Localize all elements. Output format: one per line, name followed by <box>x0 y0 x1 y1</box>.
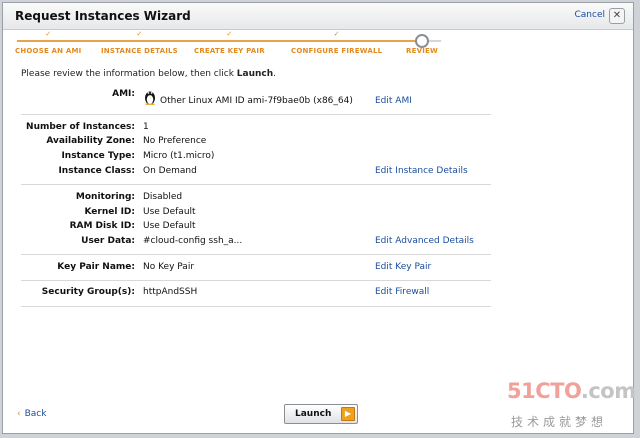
title-bar: Request Instances Wizard Cancel ✕ <box>3 3 633 30</box>
dialog-title: Request Instances Wizard <box>15 9 191 23</box>
step-label: CREATE KEY PAIR <box>194 47 265 55</box>
availability-zone-label: Availability Zone: <box>46 136 135 146</box>
ram-disk-id-label: RAM Disk ID: <box>69 221 135 231</box>
monitoring-label: Monitoring: <box>75 192 135 202</box>
key-pair-value: No Key Pair <box>143 262 195 272</box>
step-review: REVIEW <box>406 29 438 55</box>
instance-class-value: On Demand <box>143 166 197 176</box>
intro-text: Please review the information below, the… <box>21 69 276 79</box>
check-icon: ✓ <box>226 30 233 38</box>
launch-label: Launch <box>295 409 332 419</box>
intro-suffix: . <box>273 69 277 79</box>
number-of-instances-value: 1 <box>143 122 149 132</box>
user-data-value: #cloud-config ssh_a... <box>143 236 243 246</box>
wizard-dialog: Request Instances Wizard Cancel ✕ ✓ CHOO… <box>2 2 637 435</box>
intro-message: Please review the information below, the… <box>21 69 237 79</box>
step-instance-details[interactable]: ✓ INSTANCE DETAILS <box>101 29 178 55</box>
instance-type-label: Instance Type: <box>61 151 135 161</box>
close-icon[interactable]: ✕ <box>609 8 625 24</box>
step-label: CONFIGURE FIREWALL <box>291 47 383 55</box>
edit-instance-details-link[interactable]: Edit Instance Details <box>375 166 468 176</box>
step-choose-ami[interactable]: ✓ CHOOSE AN AMI <box>15 29 81 55</box>
step-label: INSTANCE DETAILS <box>101 47 178 55</box>
linux-penguin-icon <box>145 91 155 105</box>
edit-ami-link[interactable]: Edit AMI <box>375 96 412 106</box>
availability-zone-value: No Preference <box>143 136 207 146</box>
back-label: Back <box>24 409 47 419</box>
monitoring-value: Disabled <box>143 192 183 202</box>
step-marker-spacer <box>406 29 438 39</box>
wizard-steps: ✓ CHOOSE AN AMI ✓ INSTANCE DETAILS ✓ CRE… <box>3 29 633 61</box>
number-of-instances-label: Number of Instances: <box>26 122 135 132</box>
watermark-slogan: 技术成就梦想 <box>511 415 608 429</box>
divider <box>21 184 491 185</box>
check-icon: ✓ <box>136 30 143 38</box>
step-label: CHOOSE AN AMI <box>15 47 82 55</box>
edit-key-pair-link[interactable]: Edit Key Pair <box>375 262 431 272</box>
back-link[interactable]: ‹ Back <box>17 409 46 419</box>
check-icon: ✓ <box>333 30 340 38</box>
cancel-link[interactable]: Cancel <box>575 10 606 20</box>
chevron-left-icon: ‹ <box>17 409 21 419</box>
edit-advanced-details-link[interactable]: Edit Advanced Details <box>375 236 474 246</box>
watermark: 51CTO.com 技术成就梦想 <box>507 379 637 435</box>
watermark-domain: .com <box>580 379 636 403</box>
ami-value: Other Linux AMI ID ami-7f9bae0b (x86_64) <box>160 96 353 106</box>
watermark-brand: 51CTO <box>507 379 581 403</box>
divider <box>21 280 491 281</box>
launch-button[interactable]: Launch ▶ <box>284 404 358 424</box>
divider <box>21 254 491 255</box>
check-icon: ✓ <box>45 30 52 38</box>
watermark-logo: 51CTO.com <box>507 379 636 403</box>
instance-type-value: Micro (t1.micro) <box>143 151 215 161</box>
divider <box>21 114 491 115</box>
step-create-key-pair[interactable]: ✓ CREATE KEY PAIR <box>194 29 265 55</box>
user-data-label: User Data: <box>81 236 135 246</box>
ram-disk-id-value: Use Default <box>143 221 196 231</box>
ami-label: AMI: <box>112 89 135 99</box>
key-pair-label: Key Pair Name: <box>57 262 135 272</box>
edit-firewall-link[interactable]: Edit Firewall <box>375 287 429 297</box>
kernel-id-value: Use Default <box>143 207 196 217</box>
play-arrow-icon: ▶ <box>341 407 355 421</box>
intro-emphasis: Launch <box>236 69 274 79</box>
security-groups-value: httpAndSSH <box>143 287 198 297</box>
step-label: REVIEW <box>406 47 438 55</box>
step-configure-firewall[interactable]: ✓ CONFIGURE FIREWALL <box>291 29 382 55</box>
kernel-id-label: Kernel ID: <box>84 207 135 217</box>
instance-class-label: Instance Class: <box>58 166 135 176</box>
divider <box>21 306 491 307</box>
security-groups-label: Security Group(s): <box>41 287 135 297</box>
